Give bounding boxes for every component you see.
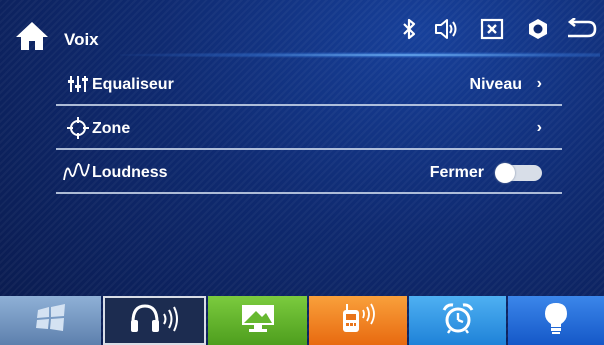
row-label: Equaliseur (92, 76, 174, 93)
home-button[interactable] (14, 20, 50, 52)
row-label: Loudness (92, 164, 168, 181)
chevron-right-icon: › (536, 119, 542, 136)
toggle-knob (495, 163, 515, 183)
equalizer-icon (66, 72, 90, 96)
mute-button[interactable] (479, 18, 505, 44)
dock-apps-button[interactable] (0, 296, 101, 345)
header-glow-line (120, 52, 600, 58)
dock-light-button[interactable] (508, 296, 604, 345)
chevron-right-icon: › (536, 75, 542, 92)
crosshair-icon (66, 116, 90, 140)
loudness-toggle[interactable] (495, 163, 542, 183)
settings-screen: Voix Equaliseur Niveau › Zone › Loudness… (0, 0, 604, 345)
home-icon (14, 22, 50, 56)
windows-icon (34, 304, 68, 337)
header-bar: Voix (0, 0, 604, 62)
alarm-clock-icon (441, 302, 475, 339)
volume-button[interactable] (434, 18, 460, 44)
monitor-icon (240, 303, 276, 338)
lightbulb-icon (543, 301, 569, 340)
dock-display-button[interactable] (208, 296, 307, 345)
bluetooth-icon (401, 17, 417, 46)
row-value: Niveau (469, 76, 522, 93)
page-title: Voix (64, 30, 99, 49)
back-icon (564, 16, 598, 45)
mute-icon (480, 18, 504, 45)
settings-icon (527, 18, 549, 45)
settings-button[interactable] (525, 18, 551, 44)
row-label: Zone (92, 120, 131, 137)
headphones-sound-icon (127, 302, 183, 339)
bluetooth-status (396, 18, 422, 44)
bluetooth-phone-icon (337, 302, 379, 339)
row-loudness[interactable]: Loudness Fermer (56, 150, 562, 194)
back-button[interactable] (563, 16, 599, 45)
row-divider (56, 192, 562, 194)
dock-phone-button[interactable] (309, 296, 407, 345)
bottom-dock (0, 296, 604, 345)
loudness-wave-icon (62, 160, 92, 184)
dock-alarm-button[interactable] (409, 296, 506, 345)
dock-audio-button[interactable] (103, 296, 206, 345)
row-zone[interactable]: Zone › (56, 106, 562, 150)
row-equaliseur[interactable]: Equaliseur Niveau › (56, 62, 562, 106)
row-value: Fermer (429, 164, 484, 181)
volume-icon (434, 17, 460, 46)
